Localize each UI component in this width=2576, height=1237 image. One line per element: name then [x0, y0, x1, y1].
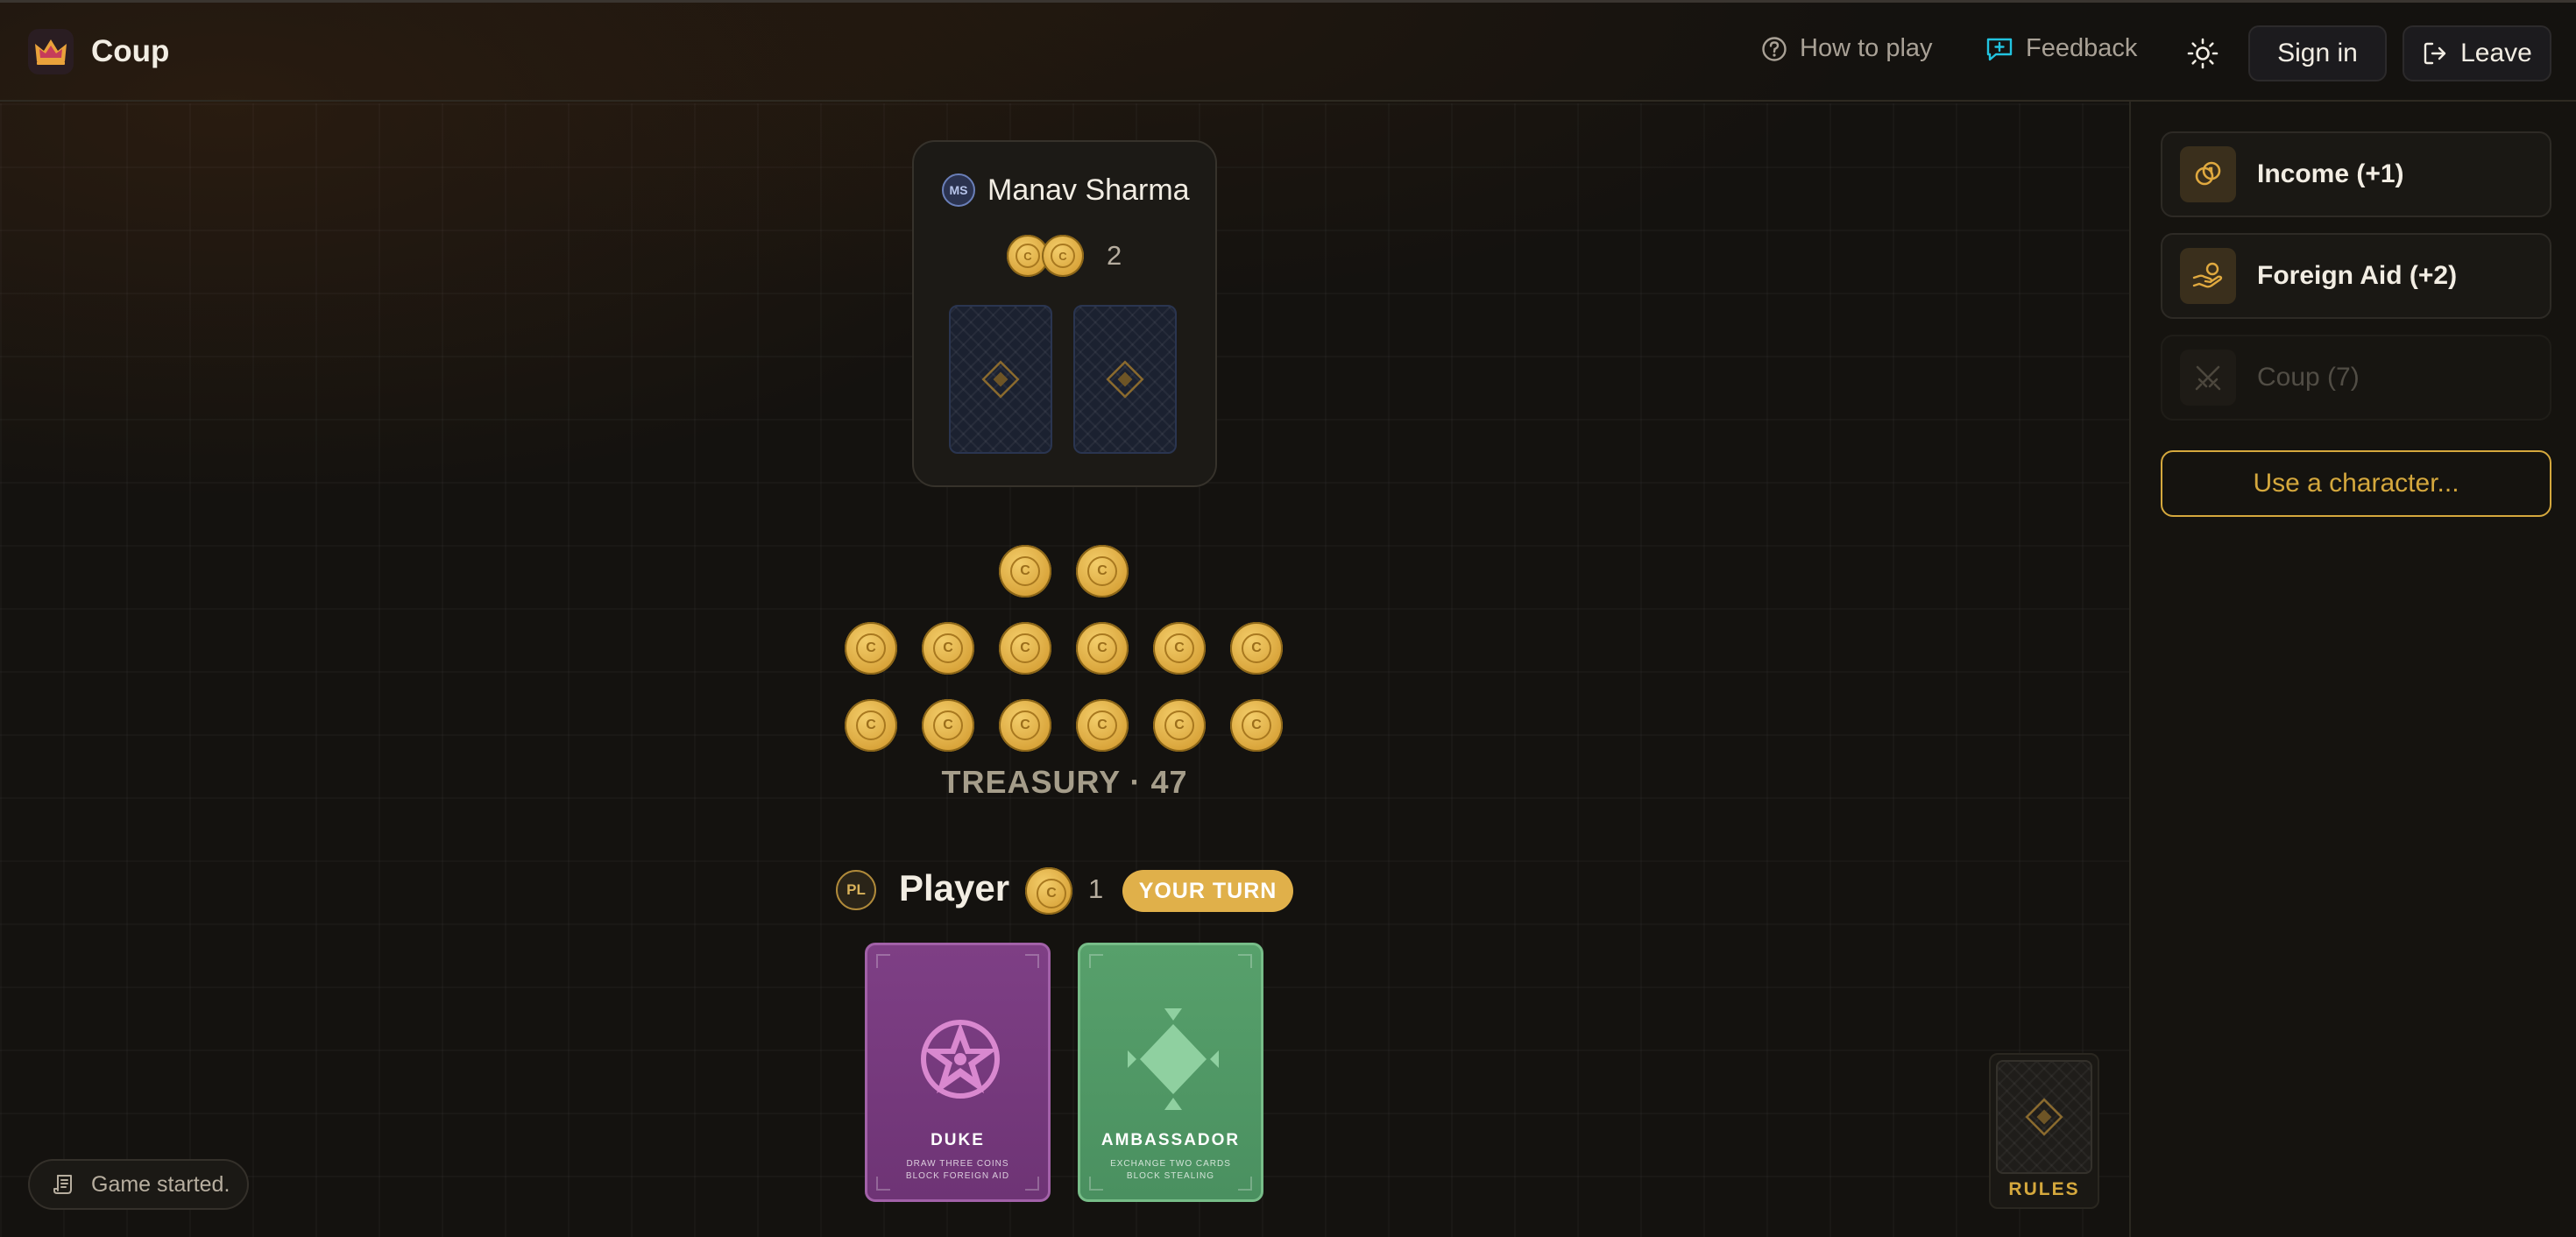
game-log[interactable]: Game started.: [28, 1159, 249, 1210]
treasury-coin-icon: [1153, 699, 1206, 752]
logout-icon: [2424, 42, 2446, 65]
treasury-coin-icon: [845, 622, 897, 675]
rules-deck[interactable]: RULES: [1989, 1053, 2099, 1209]
opponent-coin-count: 2: [1107, 240, 1122, 271]
leave-label: Leave: [2460, 39, 2532, 67]
treasury-coin-icon: [845, 699, 897, 752]
help-circle-icon: [1762, 36, 1787, 61]
treasury-coin-icon: [1076, 699, 1129, 752]
card-block: BLOCK FOREIGN AID: [905, 1171, 1010, 1181]
top-bar: Coup How to play Feedback Sign in Leave: [0, 0, 2576, 102]
treasury-coin-icon: [1230, 622, 1283, 675]
opponent-name: Manav Sharma: [987, 173, 1190, 207]
player-card-duke[interactable]: DUKE DRAW THREE COINS BLOCK FOREIGN AID: [865, 943, 1051, 1202]
opponent-panel: MS Manav Sharma 2: [912, 140, 1217, 487]
income-button[interactable]: Income (+1): [2161, 131, 2551, 217]
income-label: Income (+1): [2257, 159, 2404, 188]
opponent-avatar: MS: [942, 173, 975, 207]
rules-label: RULES: [2008, 1179, 2080, 1199]
treasury-coin-icon: [999, 545, 1051, 597]
crossed-swords-icon: [2180, 350, 2236, 406]
treasury-coin-icon: [1076, 622, 1129, 675]
diamond-icon: [981, 360, 1020, 399]
how-to-play-label: How to play: [1800, 34, 1933, 62]
use-character-button[interactable]: Use a character...: [2161, 450, 2551, 517]
diamond-icon: [2025, 1098, 2063, 1136]
treasury-coin-icon: [922, 622, 974, 675]
coins-icon: [2180, 146, 2236, 202]
crown-logo-icon[interactable]: [28, 29, 74, 74]
card-ability: DRAW THREE COINS: [906, 1159, 1009, 1169]
opponent-coin-icon: [1042, 235, 1084, 277]
treasury-coin-icon: [922, 699, 974, 752]
player-coin-count: 1: [1088, 873, 1104, 904]
hand-coins-icon: [2180, 248, 2236, 304]
scroll-icon: [53, 1175, 72, 1194]
feedback-label: Feedback: [2026, 34, 2138, 62]
card-block: BLOCK STEALING: [1126, 1171, 1215, 1181]
leave-button[interactable]: Leave: [2403, 25, 2551, 81]
player-coin-icon: [1025, 867, 1072, 915]
feedback-link[interactable]: Feedback: [1985, 34, 2137, 63]
player-avatar: PL: [836, 870, 876, 910]
player-card-ambassador[interactable]: AMBASSADOR EXCHANGE TWO CARDS BLOCK STEA…: [1078, 943, 1263, 1202]
your-turn-badge: YOUR TURN: [1122, 870, 1293, 912]
feedback-icon: [1986, 38, 2013, 60]
card-name: AMBASSADOR: [1100, 1131, 1241, 1149]
app-title[interactable]: Coup: [91, 34, 169, 69]
diamond-emblem-icon: [1128, 1008, 1219, 1110]
card-name: DUKE: [931, 1131, 985, 1149]
theme-toggle-icon[interactable]: [2187, 38, 2219, 69]
deck-card-back: [1996, 1060, 2092, 1174]
card-ability: EXCHANGE TWO CARDS: [1110, 1159, 1231, 1169]
how-to-play-link[interactable]: How to play: [1761, 34, 1933, 63]
treasury-coin-icon: [1153, 622, 1206, 675]
diamond-icon: [1106, 360, 1144, 399]
opponent-hidden-card: [1073, 305, 1177, 454]
treasury-coin-icon: [999, 622, 1051, 675]
treasury-coin-icon: [999, 699, 1051, 752]
treasury-coin-icon: [1230, 699, 1283, 752]
opponent-hidden-card: [949, 305, 1052, 454]
foreign-aid-button[interactable]: Foreign Aid (+2): [2161, 233, 2551, 319]
actions-panel: Income (+1) Foreign Aid (+2) Coup (7) Us…: [2129, 102, 2576, 1237]
coup-label: Coup (7): [2257, 363, 2360, 392]
treasury-label: TREASURY · 47: [941, 764, 1188, 800]
sign-in-button[interactable]: Sign in: [2248, 25, 2387, 81]
coup-button[interactable]: Coup (7): [2161, 335, 2551, 421]
star-emblem-icon: [921, 1020, 1000, 1099]
foreign-aid-label: Foreign Aid (+2): [2257, 261, 2458, 290]
log-text: Game started.: [91, 1171, 230, 1197]
player-name: Player: [899, 867, 1010, 908]
treasury-coin-icon: [1076, 545, 1129, 597]
